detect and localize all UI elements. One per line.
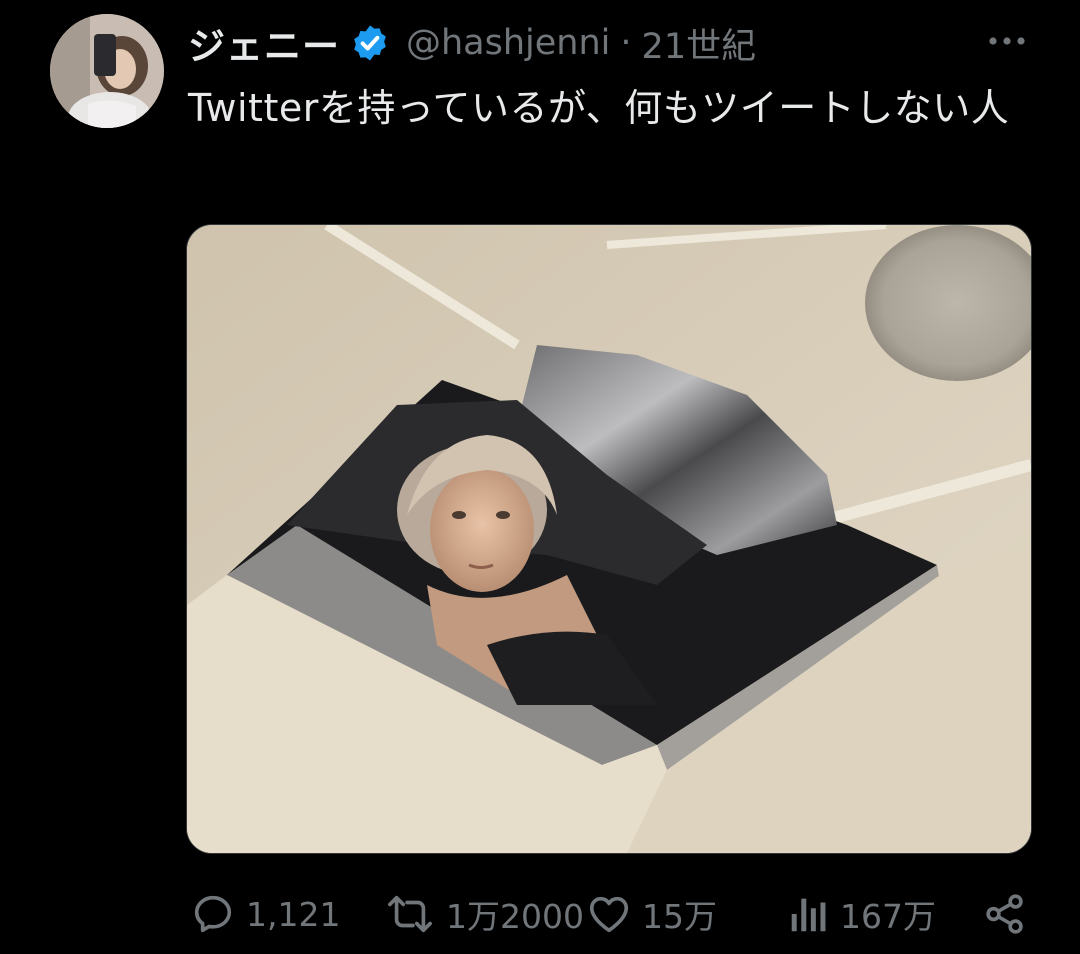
retweet-icon bbox=[384, 891, 436, 937]
tweet-text: Twitterを持っているが、何もツイートしない人 bbox=[188, 86, 1010, 130]
view-count: 167万 bbox=[840, 897, 936, 936]
timestamp[interactable]: 21世紀 bbox=[642, 18, 757, 69]
share-icon bbox=[982, 891, 1028, 937]
heart-icon bbox=[586, 891, 632, 937]
reply-icon bbox=[190, 891, 236, 937]
tweet-actions: 1,121 1万2000 15万 167万 bbox=[0, 886, 1080, 942]
user-handle[interactable]: @hashjenni bbox=[406, 23, 610, 63]
views-button[interactable]: 167万 bbox=[786, 886, 936, 942]
tweet-header: ジェニー @hashjenni · 21世紀 bbox=[188, 18, 756, 68]
like-button[interactable]: 15万 bbox=[586, 886, 717, 942]
tweet: ジェニー @hashjenni · 21世紀 Twitterを持っているが、何も… bbox=[0, 0, 1080, 954]
more-dots-icon[interactable] bbox=[982, 26, 1032, 56]
separator-dot: · bbox=[620, 23, 632, 63]
views-chart-icon bbox=[786, 891, 830, 937]
retweet-count: 1万2000 bbox=[446, 897, 584, 936]
reply-button[interactable]: 1,121 bbox=[190, 886, 340, 942]
avatar[interactable] bbox=[50, 14, 164, 128]
share-button[interactable] bbox=[982, 886, 1028, 942]
retweet-button[interactable]: 1万2000 bbox=[384, 886, 584, 942]
like-count: 15万 bbox=[642, 897, 717, 936]
display-name[interactable]: ジェニー bbox=[188, 16, 340, 70]
verified-badge-icon bbox=[350, 23, 390, 63]
reply-count: 1,121 bbox=[246, 894, 341, 934]
tweet-photo[interactable] bbox=[186, 224, 1032, 854]
